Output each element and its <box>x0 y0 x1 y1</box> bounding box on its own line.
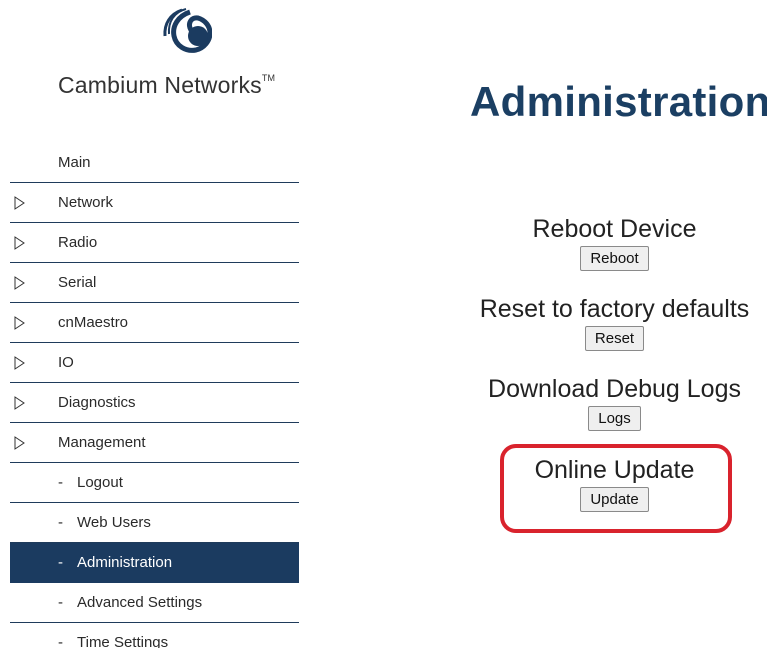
sidebar-item-label: Administration <box>77 554 173 571</box>
sidebar-item-label: Logout <box>77 474 123 491</box>
brand-name: Cambium NetworksTM <box>58 72 276 98</box>
triangle-right-icon <box>14 396 25 410</box>
sub-item-dash: - <box>58 554 63 571</box>
sidebar-item-network[interactable]: Network <box>10 183 299 223</box>
brand-logo: Cambium NetworksTM <box>58 8 328 108</box>
sidebar-item-web-users[interactable]: - Web Users <box>10 503 299 543</box>
triangle-right-icon <box>14 276 25 290</box>
sidebar-item-radio[interactable]: Radio <box>10 223 299 263</box>
sidebar-item-label: Main <box>58 154 91 171</box>
sub-item-dash: - <box>58 634 63 648</box>
triangle-right-icon <box>14 196 25 210</box>
sub-item-dash: - <box>58 594 63 611</box>
reboot-button[interactable]: Reboot <box>580 246 649 271</box>
reboot-heading: Reboot Device <box>532 215 697 243</box>
sidebar-item-administration[interactable]: - Administration <box>10 543 299 583</box>
sidebar-item-label: Radio <box>58 234 98 251</box>
triangle-right-icon <box>14 356 25 370</box>
sidebar-item-label: cnMaestro <box>58 314 129 331</box>
sidebar-item-time-settings[interactable]: - Time Settings <box>10 623 299 648</box>
trademark: TM <box>261 73 276 83</box>
sidebar-item-io[interactable]: IO <box>10 343 299 383</box>
logs-heading: Download Debug Logs <box>488 375 741 403</box>
sub-item-dash: - <box>58 514 63 531</box>
sidebar-item-serial[interactable]: Serial <box>10 263 299 303</box>
sidebar-item-logout[interactable]: - Logout <box>10 463 299 503</box>
sidebar-item-label: Advanced Settings <box>77 594 203 611</box>
highlight-annotation <box>500 444 732 533</box>
sidebar-item-cnmaestro[interactable]: cnMaestro <box>10 303 299 343</box>
reset-section: Reset to factory defaults Reset <box>462 294 767 351</box>
sidebar-item-diagnostics[interactable]: Diagnostics <box>10 383 299 423</box>
sub-item-dash: - <box>58 474 63 491</box>
sidebar-item-label: IO <box>58 354 74 371</box>
logs-button[interactable]: Logs <box>588 406 641 431</box>
sidebar-item-label: Management <box>58 434 146 451</box>
reset-button[interactable]: Reset <box>584 326 645 351</box>
triangle-right-icon <box>14 236 25 250</box>
reset-heading: Reset to factory defaults <box>479 295 750 323</box>
sidebar-item-advanced-settings[interactable]: - Advanced Settings <box>10 583 299 623</box>
sidebar-item-label: Web Users <box>77 514 151 531</box>
cambium-wave-icon <box>163 8 212 53</box>
sidebar-item-label: Network <box>58 194 114 211</box>
sidebar-nav: Main Network Radio Serial cnMaestro IO D… <box>10 146 299 648</box>
sidebar-item-label: Diagnostics <box>58 394 136 411</box>
triangle-right-icon <box>14 316 25 330</box>
page-title: Administration <box>470 78 767 125</box>
sidebar-item-label: Serial <box>58 274 97 291</box>
sidebar-item-label: Time Settings <box>77 634 169 648</box>
sidebar-item-main[interactable]: Main <box>10 146 299 183</box>
reboot-section: Reboot Device Reboot <box>462 214 767 271</box>
sidebar-item-management[interactable]: Management <box>10 423 299 463</box>
logs-section: Download Debug Logs Logs <box>462 374 767 431</box>
triangle-right-icon <box>14 436 25 450</box>
